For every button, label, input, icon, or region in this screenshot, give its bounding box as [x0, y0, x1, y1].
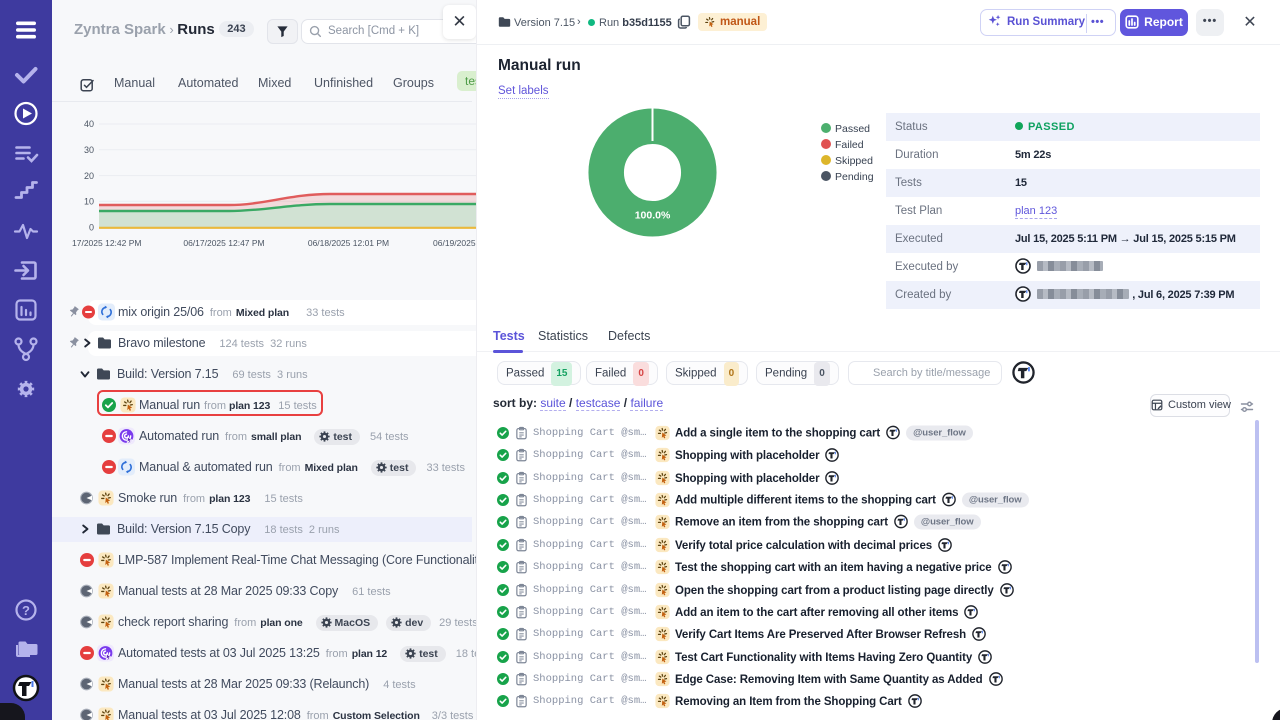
svg-text:30: 30: [84, 145, 94, 155]
svg-text:06/17/2025 12:47 PM: 06/17/2025 12:47 PM: [183, 238, 264, 248]
svg-text:20: 20: [84, 171, 94, 181]
svg-text:06/18/2025 12:01 PM: 06/18/2025 12:01 PM: [308, 238, 389, 248]
svg-text:?: ?: [22, 603, 30, 618]
svg-text:100.0%: 100.0%: [635, 210, 671, 222]
svg-text:0: 0: [89, 223, 94, 233]
svg-text:06/19/2025: 06/19/2025: [433, 238, 476, 248]
svg-text:40: 40: [84, 119, 94, 129]
svg-text:17/2025 12:42 PM: 17/2025 12:42 PM: [72, 238, 141, 248]
svg-text:10: 10: [84, 197, 94, 207]
